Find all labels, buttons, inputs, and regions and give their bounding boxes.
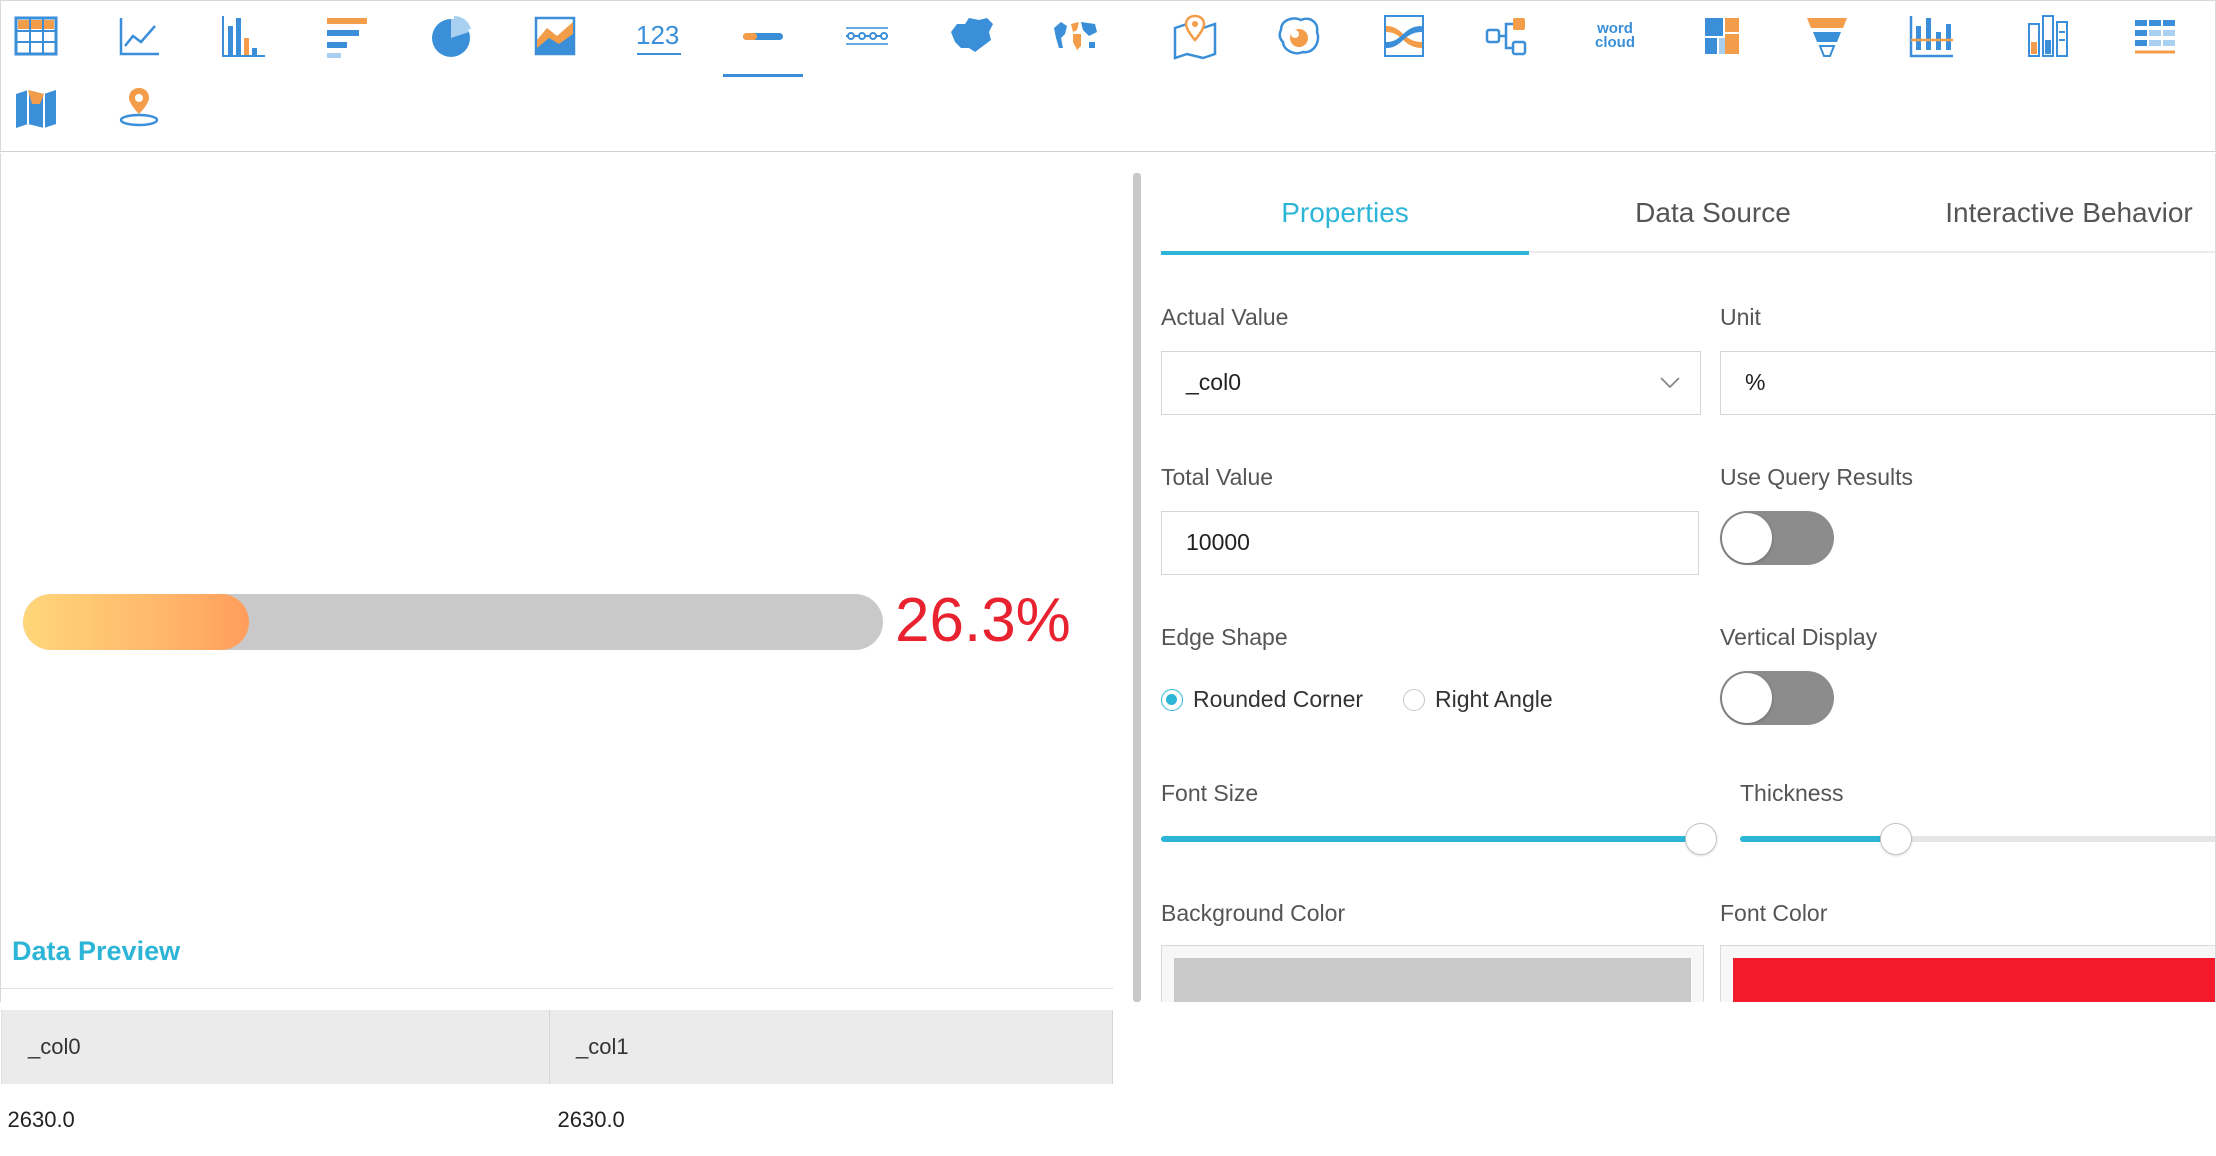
use-query-results-label: Use Query Results	[1720, 464, 1914, 490]
treemap-icon	[1705, 18, 1739, 54]
number-kpi-button[interactable]: 123	[619, 1, 699, 71]
cross-table-icon	[2135, 20, 2175, 54]
tree-icon	[1485, 18, 1527, 56]
panel-tabs: Properties Data Source Interactive Behav…	[1161, 173, 2215, 255]
data-preview-table: _col0 _col1 2630.0 2630.0	[1, 1010, 1113, 1156]
vertical-display-toggle[interactable]	[1720, 671, 1834, 725]
table-icon	[14, 16, 58, 56]
line-chart-button[interactable]	[99, 1, 179, 71]
word-cloud-button[interactable]: word cloud	[1575, 1, 1655, 71]
timeline-button[interactable]	[827, 1, 907, 71]
column-chart-button[interactable]	[203, 1, 283, 71]
column-range-button[interactable]	[1891, 1, 1971, 71]
progress-bar-fill	[23, 594, 250, 650]
funnel-icon	[1807, 18, 1847, 57]
line-chart-icon	[119, 18, 159, 56]
thickness-slider[interactable]	[1740, 822, 2215, 856]
unit-label: Unit	[1720, 304, 1761, 330]
thickness-label: Thickness	[1740, 780, 1844, 806]
bar-chart-icon	[327, 18, 367, 58]
pie-chart-icon	[432, 15, 471, 57]
location-map-button[interactable]	[1155, 1, 1235, 71]
chevron-down-icon	[1660, 377, 1680, 389]
location-map-icon	[1173, 14, 1217, 60]
radio-label: Rounded Corner	[1193, 686, 1364, 712]
radio-rounded-corner[interactable]: Rounded Corner	[1161, 686, 1363, 713]
total-value-input[interactable]: 10000	[1161, 511, 1699, 575]
table-cell: 2630.0	[557, 1107, 625, 1132]
column-header: _col1	[549, 1010, 1113, 1084]
data-preview-title: Data Preview	[12, 936, 181, 966]
cross-table-button[interactable]	[2115, 1, 2195, 71]
color-swatch	[1733, 958, 2215, 1002]
unit-input[interactable]: %	[1720, 351, 2215, 415]
column-header: _col0	[1, 1010, 550, 1084]
tab-data-source[interactable]: Data Source	[1529, 173, 1897, 253]
column-chart-icon	[222, 16, 265, 57]
radio-button	[1161, 688, 1183, 711]
column-range-icon	[1909, 16, 1953, 58]
color-swatch	[1174, 958, 1691, 1002]
actual-value-select[interactable]: _col0	[1161, 351, 1701, 415]
properties-panel: Properties Data Source Interactive Behav…	[1141, 153, 2216, 1002]
font-size-slider[interactable]	[1161, 822, 1717, 856]
area-chart-icon	[534, 16, 576, 56]
font-size-label: Font Size	[1161, 780, 1259, 806]
bubble-map-button[interactable]	[1259, 1, 1339, 71]
chart-type-toolbar: 123 word cloud	[0, 0, 2216, 152]
china-map-button[interactable]	[931, 1, 1011, 71]
word-cloud-icon: word cloud	[1595, 20, 1635, 51]
slider-thumb[interactable]	[1685, 823, 1717, 855]
background-color-picker[interactable]	[1161, 945, 1704, 1002]
tab-properties[interactable]: Properties	[1161, 173, 1529, 255]
china-map-icon	[951, 18, 993, 52]
area-chart-button[interactable]	[515, 1, 595, 71]
background-color-label: Background Color	[1161, 900, 1346, 926]
funnel-button[interactable]	[1787, 1, 1867, 71]
svg-text:123: 123	[636, 20, 679, 50]
progress-bar-icon	[743, 33, 783, 40]
edge-shape-label: Edge Shape	[1161, 624, 1288, 650]
flow-map-icon	[16, 90, 56, 128]
table-row: 2630.0 2630.0	[2, 1084, 1113, 1156]
actual-value-label: Actual Value	[1161, 304, 1289, 330]
chart-preview-area: 26.3% Data Preview _col0 _col1 2630.0 26…	[0, 153, 1132, 1132]
table-cell: 2630.0	[7, 1107, 75, 1132]
font-color-label: Font Color	[1720, 900, 1828, 926]
treemap-button[interactable]	[1683, 1, 1763, 71]
stacked-column-button[interactable]	[2007, 1, 2087, 71]
use-query-results-toggle[interactable]	[1720, 511, 1834, 565]
table-header-row: _col0 _col1	[1, 1010, 1113, 1084]
radio-button	[1403, 688, 1425, 711]
flow-map-button[interactable]	[0, 73, 76, 143]
world-map-button[interactable]	[1035, 1, 1115, 71]
sankey-icon	[1384, 15, 1424, 57]
stacked-column-icon	[2028, 15, 2068, 57]
timeline-icon	[846, 27, 888, 45]
panel-resize-handle[interactable]	[1133, 173, 1141, 1002]
divider	[1, 988, 1113, 989]
total-value-label: Total Value	[1161, 464, 1274, 490]
pie-chart-button[interactable]	[411, 1, 491, 71]
radio-label: Right Angle	[1435, 686, 1553, 712]
vertical-display-label: Vertical Display	[1720, 624, 1878, 650]
number-icon: 123	[636, 20, 681, 55]
tree-chart-button[interactable]	[1467, 1, 1547, 71]
progress-bar-button[interactable]	[723, 1, 803, 77]
bubble-map-icon	[1278, 17, 1320, 55]
tab-interactive-behavior[interactable]: Interactive Behavior	[1899, 173, 2215, 253]
pin-icon	[119, 88, 159, 127]
poi-map-button[interactable]	[99, 73, 179, 143]
progress-bar-track	[23, 594, 883, 650]
world-map-icon	[1054, 22, 1097, 50]
sankey-button[interactable]	[1363, 1, 1443, 71]
progress-value-label: 26.3%	[895, 586, 1071, 655]
radio-right-angle[interactable]: Right Angle	[1403, 686, 1553, 713]
font-color-picker[interactable]	[1720, 945, 2215, 1002]
table-chart-button[interactable]	[0, 1, 76, 71]
bar-chart-button[interactable]	[307, 1, 387, 71]
actual-value-selected: _col0	[1186, 369, 1241, 395]
slider-thumb[interactable]	[1880, 823, 1912, 855]
